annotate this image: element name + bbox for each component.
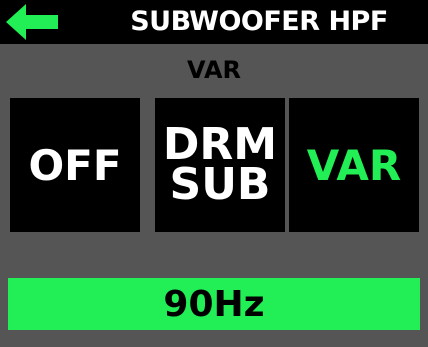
page-title: SUBWOOFER HPF	[130, 6, 388, 37]
option-drm-sub-button[interactable]: DRM SUB	[155, 98, 285, 232]
option-var-button[interactable]: VAR	[289, 98, 419, 232]
frequency-value[interactable]: 90Hz	[8, 278, 420, 330]
back-button[interactable]	[6, 4, 58, 40]
left-arrow-icon	[6, 4, 58, 40]
option-off-button[interactable]: OFF	[10, 98, 140, 232]
screen: SUBWOOFER HPF VAR OFF DRM SUB VAR 90Hz	[0, 0, 428, 347]
header-bar: SUBWOOFER HPF	[0, 0, 428, 44]
current-mode-label: VAR	[187, 56, 241, 84]
